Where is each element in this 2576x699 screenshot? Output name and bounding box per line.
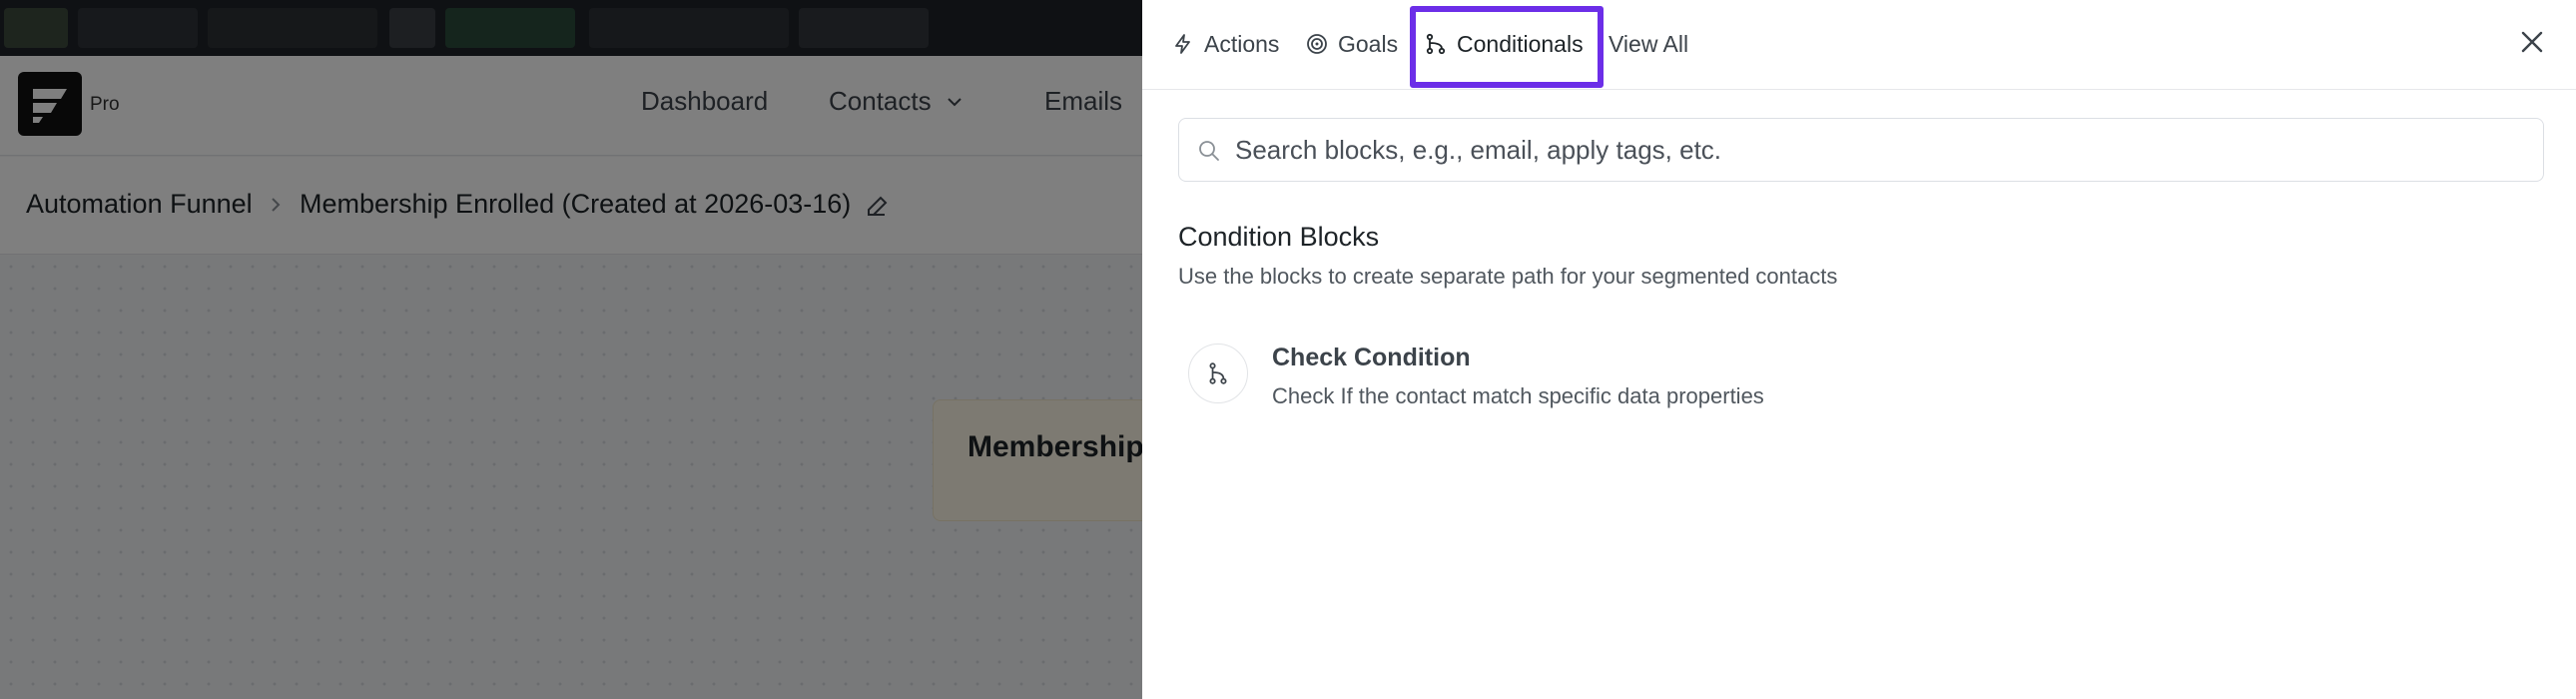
block-icon (1188, 344, 1248, 403)
block-picker-drawer: Actions Goals Conditionals View All Sear… (1142, 0, 2576, 699)
search-input[interactable] (1235, 129, 2523, 171)
search-icon (1199, 141, 1219, 161)
lightning-icon (1175, 34, 1190, 54)
block-description: Check If the contact match specific data… (1272, 383, 1764, 408)
block-tabs: Actions Goals Conditionals View All (1142, 0, 2576, 90)
block-title: Check Condition (1272, 344, 1471, 371)
tab-conditionals[interactable]: Conditionals (1425, 26, 1584, 62)
block-check-condition[interactable]: Check Condition Check If the contact mat… (1178, 332, 2077, 419)
tab-label: Goals (1338, 30, 1399, 57)
branch-icon (1209, 362, 1227, 384)
modal-backdrop[interactable] (0, 0, 1142, 699)
target-icon (1307, 34, 1327, 54)
branch-icon (1426, 33, 1446, 55)
section-description: Use the blocks to create separate path f… (1178, 264, 1838, 289)
close-icon[interactable] (2516, 26, 2548, 58)
tab-label: View All (1609, 30, 1689, 57)
tab-view-all[interactable]: View All (1609, 26, 1688, 62)
tab-goals[interactable]: Goals (1306, 26, 1398, 62)
tab-label: Actions (1204, 30, 1280, 57)
search-field[interactable] (1178, 118, 2544, 182)
tab-actions[interactable]: Actions (1172, 26, 1279, 62)
section-title: Condition Blocks (1178, 222, 1380, 252)
tab-label: Conditionals (1457, 30, 1584, 57)
